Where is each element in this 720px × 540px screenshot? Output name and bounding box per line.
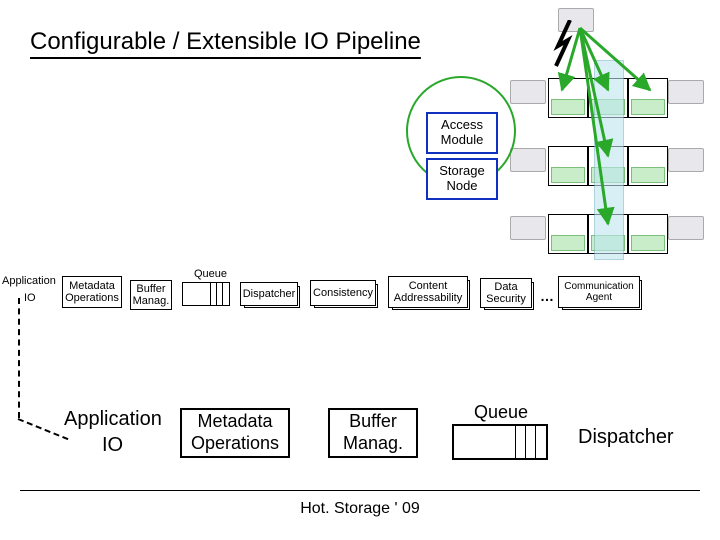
access-module-box: Access Module bbox=[426, 112, 498, 154]
ellipsis-icon: … bbox=[540, 288, 554, 304]
storage-node-box: Storage Node bbox=[426, 158, 498, 200]
queue-label: Queue bbox=[194, 268, 227, 280]
buffer-manag-big-box: Buffer Manag. bbox=[328, 408, 418, 458]
queue-big-icon bbox=[452, 424, 548, 460]
queue-big-label: Queue bbox=[474, 402, 528, 423]
io-label: IO bbox=[24, 292, 36, 304]
consistency-box: Consistency bbox=[310, 280, 376, 306]
metadata-operations-big-box: Metadata Operations bbox=[180, 408, 290, 458]
data-security-box: Data Security bbox=[480, 278, 532, 308]
communication-agent-box: Communication Agent bbox=[558, 276, 640, 308]
footer-divider bbox=[20, 490, 700, 491]
queue-icon bbox=[182, 282, 230, 306]
dashed-connector-icon bbox=[18, 298, 20, 418]
content-addressability-box: Content Addressability bbox=[388, 276, 468, 308]
buffer-manag-box: Buffer Manag. bbox=[130, 280, 172, 310]
footer-text: Hot. Storage ' 09 bbox=[0, 500, 720, 518]
dashed-connector-icon bbox=[18, 418, 69, 440]
metadata-operations-box: Metadata Operations bbox=[62, 276, 122, 308]
io-big-label: IO bbox=[102, 434, 123, 457]
application-label: Application bbox=[2, 275, 56, 287]
dispatcher-big-label: Dispatcher bbox=[578, 426, 674, 449]
application-big-label: Application bbox=[64, 408, 162, 431]
page-title: Configurable / Extensible IO Pipeline bbox=[30, 28, 421, 56]
dispatcher-box: Dispatcher bbox=[240, 282, 298, 306]
arrow-fan-icon bbox=[540, 20, 710, 260]
